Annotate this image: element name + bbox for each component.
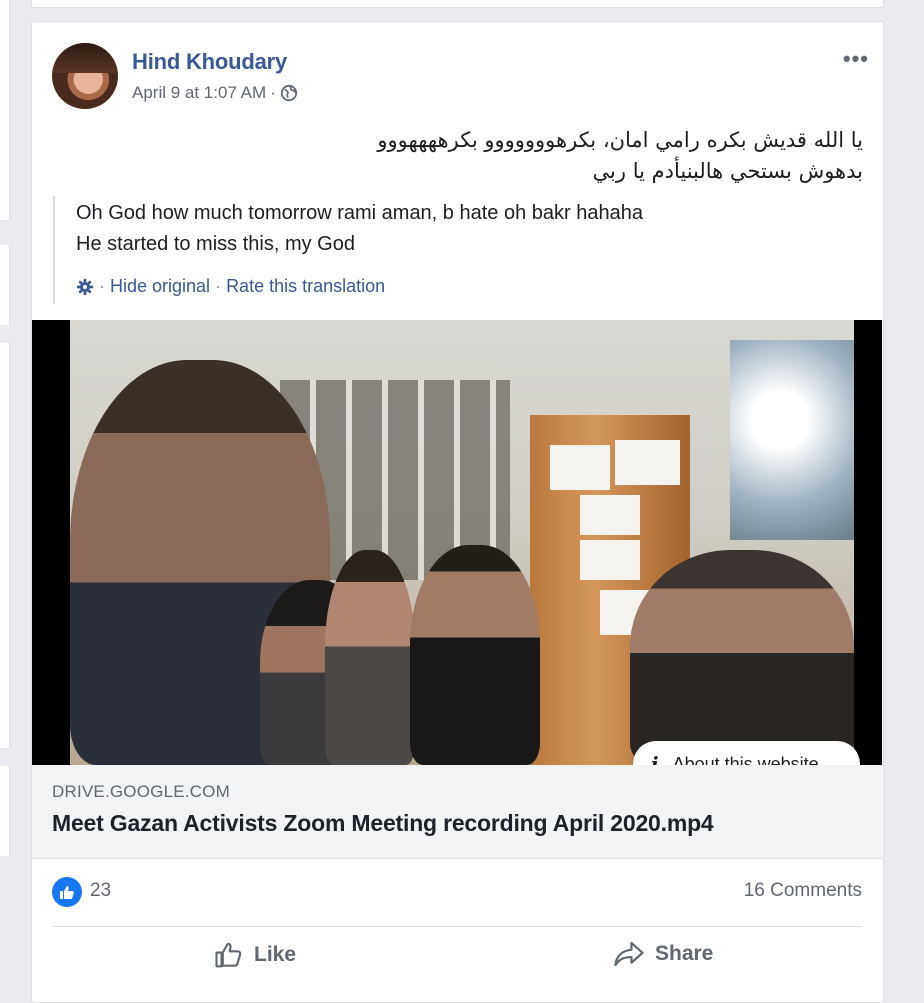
author-name[interactable]: Hind Khoudary [132, 49, 287, 75]
translation-line: He started to miss this, my God [76, 233, 355, 255]
ellipsis-icon[interactable]: ••• [843, 46, 869, 72]
globe-icon[interactable] [280, 84, 298, 102]
translation-text: Oh God how much tomorrow rami aman, b ha… [76, 198, 853, 260]
left-column-edge [0, 343, 10, 748]
share-arrow-icon [614, 941, 644, 967]
comments-count[interactable]: 16 Comments [744, 880, 862, 902]
like-label: Like [254, 943, 297, 966]
video-preview[interactable] [32, 320, 882, 765]
post-timestamp[interactable]: April 9 at 1:07 AM [132, 83, 266, 103]
post-card: Hind Khoudary April 9 at 1:07 AM · ••• ي… [31, 21, 884, 1003]
left-column-edge [0, 245, 10, 325]
post-text: يا الله قديش بكره رامي امان، بكرهووووووو… [83, 125, 863, 187]
reaction-stats: 23 16 Comments [52, 860, 862, 927]
translation-links: · Hide original · Rate this translation [76, 276, 385, 297]
left-column-edge [0, 0, 10, 220]
link-domain: DRIVE.GOOGLE.COM [52, 782, 230, 801]
gear-icon[interactable] [76, 278, 94, 296]
translation-line: Oh God how much tomorrow rami aman, b ha… [76, 202, 643, 224]
link-separator: · [99, 276, 105, 296]
video-frame [70, 320, 854, 765]
like-reaction-icon[interactable] [52, 877, 82, 907]
share-button[interactable]: Share [613, 940, 713, 968]
hide-original-link[interactable]: Hide original [110, 276, 210, 297]
post-meta: April 9 at 1:07 AM · [132, 83, 298, 103]
thumbs-up-icon [60, 886, 74, 899]
translation-block: Oh God how much tomorrow rami aman, b ha… [53, 196, 853, 304]
like-button[interactable]: Like [214, 940, 296, 970]
share-label: Share [655, 942, 714, 965]
meta-separator: · [270, 83, 276, 102]
previous-post-card [31, 0, 884, 8]
left-column-edge [0, 766, 10, 856]
post-text-line: يا الله قديش بكره رامي امان، بكرهووووووو… [377, 128, 863, 152]
author-avatar[interactable] [52, 43, 118, 109]
rate-translation-link[interactable]: Rate this translation [226, 276, 385, 297]
link-preview-card[interactable]: DRIVE.GOOGLE.COM Meet Gazan Activists Zo… [32, 765, 882, 859]
post-text-line: بدهوش بستحي هالبنيأدم يا ربي [592, 159, 863, 183]
like-count[interactable]: 23 [90, 880, 111, 902]
link-title[interactable]: Meet Gazan Activists Zoom Meeting record… [52, 810, 714, 837]
thumbs-up-icon [215, 942, 242, 968]
link-separator: · [215, 276, 222, 296]
